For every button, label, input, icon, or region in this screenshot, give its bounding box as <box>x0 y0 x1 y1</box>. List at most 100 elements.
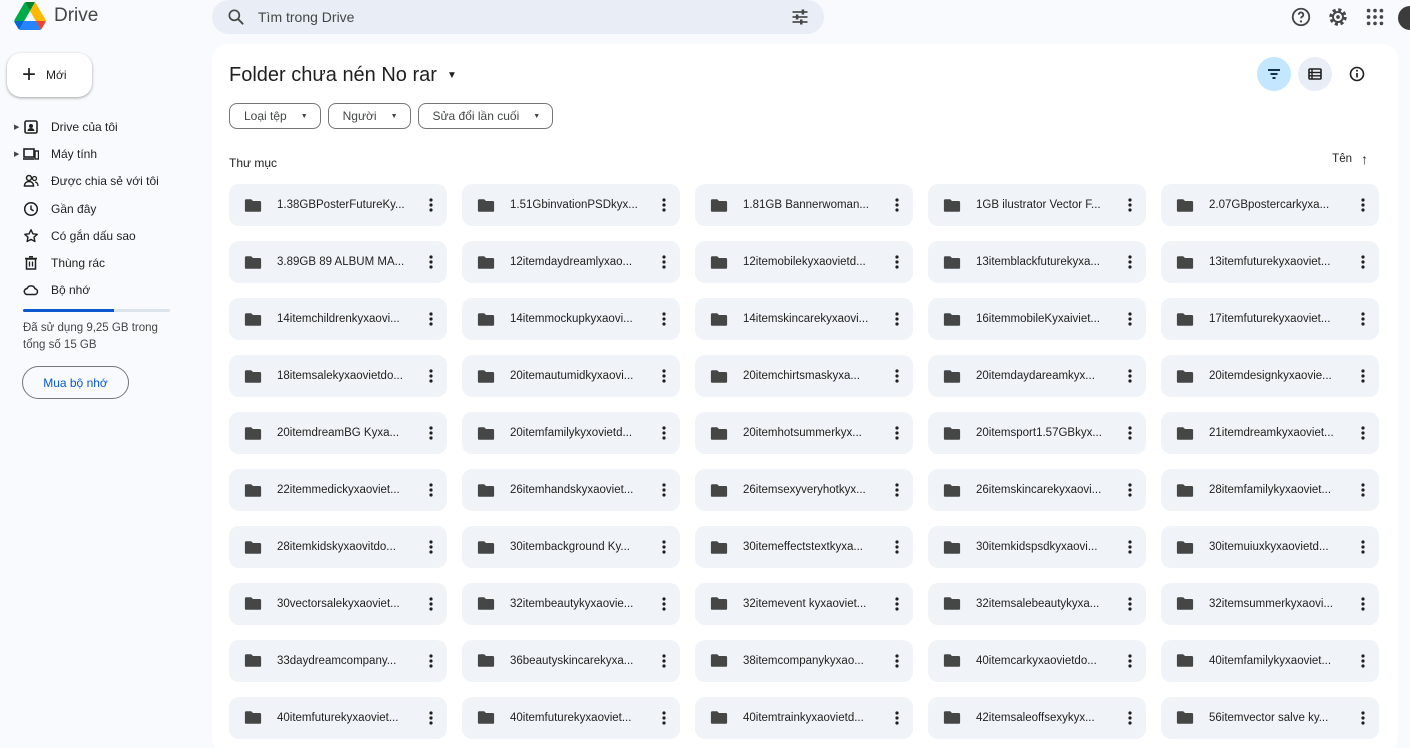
expand-arrow-icon[interactable]: ▶ <box>14 123 19 131</box>
more-options-icon[interactable] <box>895 255 899 269</box>
more-options-icon[interactable] <box>429 711 433 725</box>
folder-card[interactable]: 26itemhandskyxaoviet... <box>462 468 680 512</box>
folder-card[interactable]: 12itemobilekyxaovietd... <box>695 240 913 284</box>
folder-card[interactable]: 1.38GBPosterFutureKy... <box>229 184 447 227</box>
more-options-icon[interactable] <box>1128 312 1132 326</box>
folder-card[interactable]: 30itemeffectstextkyxa... <box>695 525 913 569</box>
more-options-icon[interactable] <box>1361 255 1365 269</box>
more-options-icon[interactable] <box>895 483 899 497</box>
folder-card[interactable]: 14itemchildrenkyxaovi... <box>229 297 447 341</box>
folder-card[interactable]: 30itemkidspsdkyxaovi... <box>928 525 1146 569</box>
folder-card[interactable]: 20itemsport1.57GBkyx... <box>928 411 1146 455</box>
details-button[interactable] <box>1340 57 1374 91</box>
more-options-icon[interactable] <box>1361 369 1365 383</box>
more-options-icon[interactable] <box>1361 483 1365 497</box>
folder-card[interactable]: 16itemmobileKyxaiviet... <box>928 297 1146 341</box>
more-options-icon[interactable] <box>895 654 899 668</box>
folder-card[interactable]: 42itemsaleoffsexykyx... <box>928 696 1146 740</box>
more-options-icon[interactable] <box>662 711 666 725</box>
more-options-icon[interactable] <box>662 540 666 554</box>
folder-card[interactable]: 30vectorsalekyxaoviet... <box>229 582 447 626</box>
more-options-icon[interactable] <box>429 654 433 668</box>
folder-card[interactable]: 14itemmockupkyxaovi... <box>462 297 680 341</box>
folder-card[interactable]: 3.89GB 89 ALBUM MA... <box>229 240 447 284</box>
avatar[interactable] <box>1398 6 1410 30</box>
list-view-button[interactable] <box>1298 57 1332 91</box>
folder-card[interactable]: 40itemcarkyxaovietdo... <box>928 639 1146 683</box>
sidebar-item-recent[interactable]: Gần đây <box>0 195 200 222</box>
folder-card[interactable]: 1.51GbinvationPSDkyx... <box>462 184 680 227</box>
more-options-icon[interactable] <box>1361 426 1365 440</box>
folder-card[interactable]: 20itemdesignkyxaovie... <box>1161 354 1379 398</box>
folder-card[interactable]: 28itemkidskyxaovitdo... <box>229 525 447 569</box>
more-options-icon[interactable] <box>1361 312 1365 326</box>
new-button[interactable]: + Mới <box>7 53 92 97</box>
settings-icon[interactable] <box>1327 6 1349 28</box>
sidebar-item-computers[interactable]: ▶ Máy tính <box>0 140 200 167</box>
more-options-icon[interactable] <box>429 597 433 611</box>
more-options-icon[interactable] <box>1361 198 1365 212</box>
more-options-icon[interactable] <box>662 654 666 668</box>
more-options-icon[interactable] <box>1361 711 1365 725</box>
filter-view-button[interactable] <box>1257 57 1291 91</box>
more-options-icon[interactable] <box>429 255 433 269</box>
folder-card[interactable]: 1GB ilustrator Vector F... <box>928 184 1146 227</box>
search-input[interactable] <box>258 9 758 25</box>
folder-card[interactable]: 20itemdaydareamkyx... <box>928 354 1146 398</box>
more-options-icon[interactable] <box>1128 369 1132 383</box>
more-options-icon[interactable] <box>429 312 433 326</box>
more-options-icon[interactable] <box>895 198 899 212</box>
folder-card[interactable]: 13itemblackfuturekyxa... <box>928 240 1146 284</box>
more-options-icon[interactable] <box>429 426 433 440</box>
folder-card[interactable]: 32itembeautykyxaovie... <box>462 582 680 626</box>
folder-card[interactable]: 20itemautumidkyxaovi... <box>462 354 680 398</box>
folder-card[interactable]: 32itemsalebeautykyxa... <box>928 582 1146 626</box>
folder-card[interactable]: 20itemfamilykyxovietd... <box>462 411 680 455</box>
more-options-icon[interactable] <box>1128 483 1132 497</box>
folder-card[interactable]: 22itemmedickyxaoviet... <box>229 468 447 512</box>
folder-title-menu[interactable]: Folder chưa nén No rar ▼ <box>229 64 457 87</box>
folder-card[interactable]: 1.81GB Bannerwoman... <box>695 184 913 227</box>
more-options-icon[interactable] <box>662 312 666 326</box>
sidebar-item-shared[interactable]: Được chia sẻ với tôi <box>0 168 200 195</box>
sidebar-item-trash[interactable]: Thùng rác <box>0 249 200 276</box>
more-options-icon[interactable] <box>895 711 899 725</box>
more-options-icon[interactable] <box>1361 654 1365 668</box>
more-options-icon[interactable] <box>662 369 666 383</box>
filter-file-type[interactable]: Loại tệp ▼ <box>229 103 321 129</box>
folder-card[interactable]: 40itemfuturekyxaoviet... <box>229 696 447 740</box>
folder-card[interactable]: 18itemsalekyxaovietdo... <box>229 354 447 398</box>
more-options-icon[interactable] <box>662 198 666 212</box>
buy-storage-button[interactable]: Mua bộ nhớ <box>22 366 129 399</box>
folder-card[interactable]: 32itemevent kyxaoviet... <box>695 582 913 626</box>
folder-card[interactable]: 26itemsexyveryhotkyx... <box>695 468 913 512</box>
more-options-icon[interactable] <box>662 426 666 440</box>
folder-card[interactable]: 40itemfamilykyxaoviet... <box>1161 639 1379 683</box>
sort-ascending-icon[interactable]: ↑ <box>1361 151 1368 167</box>
folder-card[interactable]: 28itemfamilykyxaoviet... <box>1161 468 1379 512</box>
more-options-icon[interactable] <box>429 540 433 554</box>
more-options-icon[interactable] <box>1128 597 1132 611</box>
folder-card[interactable]: 2.07GBpostercarkyxa... <box>1161 184 1379 227</box>
more-options-icon[interactable] <box>662 255 666 269</box>
more-options-icon[interactable] <box>1128 426 1132 440</box>
folder-card[interactable]: 32itemsummerkyxaovi... <box>1161 582 1379 626</box>
more-options-icon[interactable] <box>895 369 899 383</box>
search-options-icon[interactable] <box>790 7 810 27</box>
folder-card[interactable]: 14itemskincarekyxaovi... <box>695 297 913 341</box>
sidebar-item-my-drive[interactable]: ▶ Drive của tôi <box>0 113 200 140</box>
more-options-icon[interactable] <box>895 597 899 611</box>
folder-card[interactable]: 30itembackground Ky... <box>462 525 680 569</box>
filter-last-modified[interactable]: Sửa đổi lần cuối ▼ <box>417 103 554 129</box>
help-icon[interactable] <box>1290 6 1312 28</box>
search-bar[interactable] <box>212 0 824 34</box>
more-options-icon[interactable] <box>429 198 433 212</box>
more-options-icon[interactable] <box>895 312 899 326</box>
drive-logo[interactable]: Drive <box>14 2 98 30</box>
more-options-icon[interactable] <box>1128 711 1132 725</box>
more-options-icon[interactable] <box>429 369 433 383</box>
folder-card[interactable]: 17itemfuturekyxaoviet... <box>1161 297 1379 341</box>
expand-arrow-icon[interactable]: ▶ <box>14 150 19 158</box>
folder-card[interactable]: 38itemcompanykyxao... <box>695 639 913 683</box>
folder-card[interactable]: 20itemdreamBG Kyxa... <box>229 411 447 455</box>
